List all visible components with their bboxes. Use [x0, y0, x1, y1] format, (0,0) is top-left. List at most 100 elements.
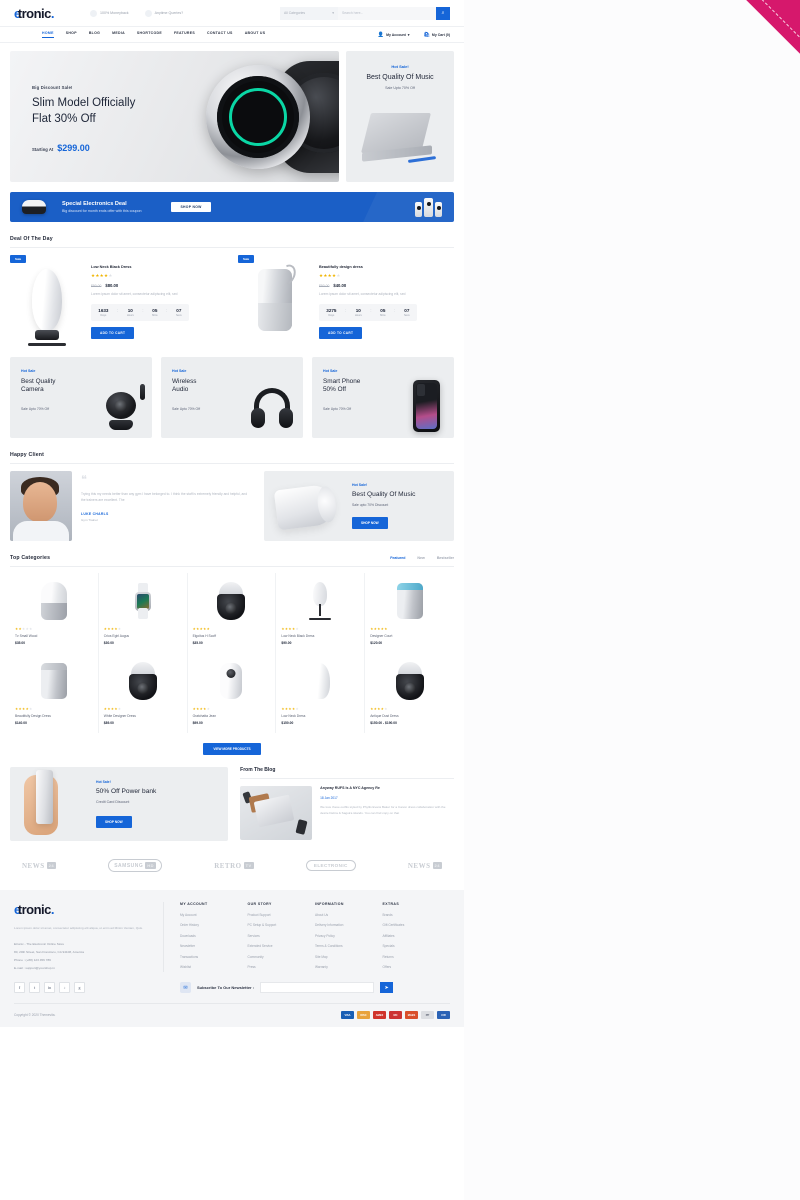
promo-panel: RESPONSIVE Woo WORDPRESS THEME 1-Click I…	[464, 0, 800, 1200]
product-card[interactable]: ★★★★★ Crios Egirl Augus $30.00	[99, 573, 188, 653]
footer-link[interactable]: Wishlist	[180, 965, 248, 969]
product-name: Designer Court	[370, 634, 393, 638]
nav-item-features[interactable]: FEATURES	[174, 31, 195, 38]
footer-link[interactable]: Gift Certificates	[383, 923, 451, 927]
add-to-cart-button[interactable]: ADD TO CART	[91, 326, 135, 339]
google-plus-icon[interactable]: g	[74, 982, 85, 994]
nav-item-shortcode[interactable]: SHORTCODE	[137, 31, 162, 38]
footer-link[interactable]: Specials	[383, 944, 451, 948]
footer-link[interactable]: Transactions	[180, 955, 248, 959]
blog-post-date: 18 Jan 2017	[320, 796, 338, 801]
footer-link[interactable]: Offers	[383, 965, 451, 969]
newsletter-email-input[interactable]	[260, 982, 375, 994]
footer-link[interactable]: Warranty	[315, 965, 383, 969]
powerbank-shop-now-button[interactable]: SHOP NOW	[96, 816, 132, 828]
footer-link[interactable]: Newsletter	[180, 944, 248, 948]
footer-link[interactable]: Affiliates	[383, 934, 451, 938]
brand-logos: NEWS 24 SAMSUNG HD RETRO TV ELECTRONIC NEWS…	[0, 841, 464, 872]
my-account-button[interactable]: 👤 My Account ▾	[378, 32, 410, 38]
category-select[interactable]: All Categories ▾	[280, 6, 338, 20]
footer-link[interactable]: Brands	[383, 913, 451, 917]
deal-image	[10, 255, 84, 345]
my-cart-button[interactable]: 🛍 My Cart (0)	[424, 32, 450, 38]
search-button[interactable]: ⌕	[436, 6, 450, 20]
add-to-cart-button[interactable]: ADD TO CART	[319, 326, 363, 339]
product-card[interactable]: ★★★★★ Gratchatta Jean $99.00	[188, 653, 277, 733]
footer-link[interactable]: Services	[248, 934, 316, 938]
search-input[interactable]: Search here...	[338, 6, 436, 20]
footer-email: E-mail : support@yourshop.in	[14, 966, 55, 971]
deal-item[interactable]: Sale Low Neck Black Dress ★★★★★ $90.00 $…	[10, 255, 226, 345]
hot-banner-phone[interactable]: Hot Sale Smart Phone 50% Off Sale Upto 7…	[312, 357, 454, 438]
deal-item[interactable]: Sale Beautifully design dress ★★★★★ $50.…	[238, 255, 454, 345]
hero-side-banner[interactable]: Hot Sale! Best Quality Of Music Sale Upt…	[346, 51, 454, 182]
nav-item-blog[interactable]: BLOG	[89, 31, 100, 38]
linkedin-icon[interactable]: in	[44, 982, 55, 994]
footer-link[interactable]: Community	[248, 955, 316, 959]
avatar-face	[23, 482, 57, 522]
hot-banner-camera[interactable]: Hot Sale Best Quality Camera Sale Upto 7…	[10, 357, 152, 438]
nav-item-contact-us[interactable]: CONTACT US	[207, 31, 233, 38]
hero-starting-label: Starting At	[32, 147, 54, 153]
deal-product-name[interactable]: Low Neck Black Dress	[91, 265, 226, 269]
blog-post[interactable]: Anyway RUFS Is A NYC Agency Re 18 Jan 20…	[240, 786, 454, 840]
product-card[interactable]: ★★★★★ Tv Small Wood $35.00	[10, 573, 99, 653]
footer-link[interactable]: Delivery Information	[315, 923, 383, 927]
footer-link[interactable]: Site Map	[315, 955, 383, 959]
footer-link[interactable]: My Account	[180, 913, 248, 917]
nav-item-home[interactable]: HOME	[42, 31, 54, 38]
footer-link[interactable]: Press	[248, 965, 316, 969]
footer-link[interactable]: Order History	[180, 923, 248, 927]
site-logo[interactable]: e tronic.	[14, 6, 55, 21]
product-card[interactable]: ★★★★★ Elgoitus H Scoff $35.00	[188, 573, 277, 653]
timer-days: 3275 Days	[326, 308, 336, 317]
footer-link[interactable]: Downloads	[180, 934, 248, 938]
footer-link[interactable]: About Us	[315, 913, 383, 917]
product-card[interactable]: ★★★★★ Beautifully Design Dress $140.00	[10, 653, 99, 733]
my-account-label: My Account	[386, 32, 406, 37]
deal-section-title: Deal Of The Day	[10, 236, 53, 242]
product-card[interactable]: ★★★★★ White Designer Dress $89.00	[99, 653, 188, 733]
view-more-products-button[interactable]: VIEW MORE PRODUCTS	[203, 743, 261, 755]
nav-item-media[interactable]: MEDIA	[112, 31, 125, 38]
music-promo-text: Hot Sale! Best Quality Of Music Sale upt…	[352, 483, 415, 529]
tab-featured[interactable]: Featured	[390, 556, 405, 560]
music-promo-shop-now-button[interactable]: SHOP NOW	[352, 517, 388, 529]
promo-banner[interactable]: Special Electronics Deal Big discount fo…	[10, 192, 454, 222]
rss-icon[interactable]: ♪	[59, 982, 70, 994]
header-search[interactable]: All Categories ▾ Search here... ⌕	[280, 6, 450, 20]
tab-new[interactable]: New	[417, 556, 424, 560]
twitter-icon[interactable]: t	[29, 982, 40, 994]
speaker-rod	[319, 604, 322, 616]
music-promo-banner[interactable]: Hot Sale! Best Quality Of Music Sale upt…	[264, 471, 454, 541]
product-card[interactable]: ★★★★★ Designer Court $120.00	[365, 573, 454, 653]
tab-bestseller[interactable]: Bestseller	[437, 556, 454, 560]
powerbank-banner[interactable]: Hot Sale! 50% Off Power bank Credit Card…	[10, 767, 229, 841]
footer-link[interactable]: Extended Service	[248, 944, 316, 948]
product-card[interactable]: ★★★★★ Low Neck Black Dress $90.00	[276, 573, 366, 653]
product-card[interactable]: ★★★★★ Low Neck Dress $150.00	[276, 653, 366, 733]
footer-logo[interactable]: e tronic.	[14, 902, 149, 917]
footer-link[interactable]: Returns	[383, 955, 451, 959]
footer-link[interactable]: PC Setup & Support	[248, 923, 316, 927]
hot-banner-audio[interactable]: Hot Sale Wireless Audio Sale Upto 70% Of…	[161, 357, 303, 438]
hero-slider[interactable]: Big Discount Sale! Slim Model Officially…	[10, 51, 339, 182]
deal-price-row: $50.00 $40.00	[319, 283, 454, 288]
dome-body	[217, 594, 246, 620]
footer-link[interactable]: Product Support	[248, 913, 316, 917]
footer-link[interactable]: Terms & Conditions	[315, 944, 383, 948]
timer-separator: :	[345, 307, 347, 313]
rating-stars: ★★★★★	[370, 707, 388, 711]
promo-shop-now-button[interactable]: SHOP NOW	[171, 202, 211, 212]
nav-item-shop[interactable]: SHOP	[66, 31, 77, 38]
blog-post-title[interactable]: Anyway RUFS Is A NYC Agency Re	[320, 786, 454, 791]
deal-product-name[interactable]: Beautifully design dress	[319, 265, 454, 269]
product-card[interactable]: ★★★★★ Antique Dust Dress $150.00 - $190.…	[365, 653, 454, 733]
social-links: f t in ♪ g	[14, 982, 164, 994]
hero-price-row: Starting At $299.00	[32, 143, 135, 153]
footer-link[interactable]: Privacy Policy	[315, 934, 383, 938]
newsletter-submit-button[interactable]: ➤	[380, 982, 394, 994]
nav-item-about-us[interactable]: ABOUT US	[245, 31, 266, 38]
facebook-icon[interactable]: f	[14, 982, 25, 994]
egg-speaker-illustration	[310, 663, 331, 699]
